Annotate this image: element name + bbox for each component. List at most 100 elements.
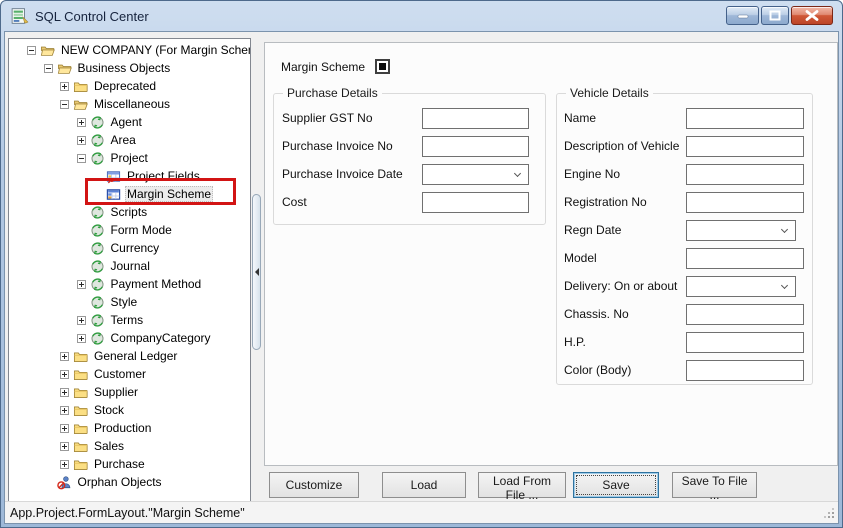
margin-scheme-checkbox[interactable] xyxy=(375,59,390,74)
tree-item-terms[interactable]: Terms xyxy=(9,311,250,329)
expand-toggle-icon[interactable] xyxy=(60,370,69,379)
tree-item-agent[interactable]: Agent xyxy=(9,113,250,131)
titlebar[interactable]: SQL Control Center xyxy=(1,1,842,31)
model-input[interactable] xyxy=(686,248,804,269)
load-from-file-button[interactable]: Load From File ... xyxy=(478,472,566,498)
resize-grip[interactable] xyxy=(822,506,835,519)
load-button[interactable]: Load xyxy=(382,472,466,498)
chevron-down-icon xyxy=(514,170,521,177)
form-field-row: Name xyxy=(557,108,812,129)
description-of-vehicle-input[interactable] xyxy=(686,136,804,157)
globe-icon xyxy=(90,223,105,238)
h-p-input[interactable] xyxy=(686,332,804,353)
tree-item-label: Agent xyxy=(109,114,144,130)
app-icon xyxy=(11,7,29,25)
folder-closed-icon xyxy=(73,421,88,436)
cost-input[interactable] xyxy=(422,192,529,213)
tree-item-label: Scripts xyxy=(109,204,150,220)
tree-item-margin-scheme[interactable]: Margin Scheme xyxy=(9,185,250,203)
engine-no-input[interactable] xyxy=(686,164,804,185)
folder-open-icon xyxy=(40,43,55,58)
tree-item-orphan-objects[interactable]: Orphan Objects xyxy=(9,473,250,491)
tree-item-currency[interactable]: Currency xyxy=(9,239,250,257)
tree-item-label: Style xyxy=(109,294,140,310)
purchase-invoice-no-input[interactable] xyxy=(422,136,529,157)
tree-item-journal[interactable]: Journal xyxy=(9,257,250,275)
expand-toggle-icon[interactable] xyxy=(60,352,69,361)
globe-icon xyxy=(90,331,105,346)
regn-date-dropdown[interactable] xyxy=(686,220,796,241)
expand-toggle-icon[interactable] xyxy=(77,136,86,145)
expand-toggle-icon[interactable] xyxy=(44,64,53,73)
maximize-button[interactable] xyxy=(761,6,789,25)
expand-toggle-icon[interactable] xyxy=(60,100,69,109)
engine-no-label: Engine No xyxy=(564,164,620,185)
form-field-row: Delivery: On or about xyxy=(557,276,812,297)
expand-toggle-icon[interactable] xyxy=(77,316,86,325)
customize-button[interactable]: Customize xyxy=(269,472,359,498)
tree-item-label: Deprecated xyxy=(92,78,158,94)
tree-item-label: Project Fields xyxy=(125,168,202,184)
expand-toggle-icon[interactable] xyxy=(60,424,69,433)
tree-item-scripts[interactable]: Scripts xyxy=(9,203,250,221)
tree-item-general-ledger[interactable]: General Ledger xyxy=(9,347,250,365)
delivery-on-or-about-label: Delivery: On or about xyxy=(564,276,677,297)
tree-item-stock[interactable]: Stock xyxy=(9,401,250,419)
globe-icon xyxy=(90,295,105,310)
tree-item-payment-method[interactable]: Payment Method xyxy=(9,275,250,293)
tree-item-area[interactable]: Area xyxy=(9,131,250,149)
expand-toggle-icon[interactable] xyxy=(60,442,69,451)
tree-item-label: CompanyCategory xyxy=(109,330,213,346)
splitter-collapse-handle[interactable] xyxy=(252,194,261,350)
tree-item-label: Orphan Objects xyxy=(76,474,164,490)
save-button[interactable]: Save xyxy=(573,472,659,498)
tree-item-project[interactable]: Project xyxy=(9,149,250,167)
tree-item-supplier[interactable]: Supplier xyxy=(9,383,250,401)
supplier-gst-no-input[interactable] xyxy=(422,108,529,129)
expand-toggle-icon[interactable] xyxy=(77,334,86,343)
tree-item-label: General Ledger xyxy=(92,348,179,364)
folder-closed-icon xyxy=(73,457,88,472)
color-body-input[interactable] xyxy=(686,360,804,381)
chassis-no-input[interactable] xyxy=(686,304,804,325)
tree-item-production[interactable]: Production xyxy=(9,419,250,437)
tree-item-business-objects[interactable]: Business Objects xyxy=(9,59,250,77)
collapse-left-icon xyxy=(255,268,259,276)
name-input[interactable] xyxy=(686,108,804,129)
save-to-file-button[interactable]: Save To File ... xyxy=(672,472,757,498)
form-field-row: Registration No xyxy=(557,192,812,213)
expand-toggle-icon[interactable] xyxy=(77,118,86,127)
minimize-button[interactable] xyxy=(726,6,759,25)
tree-item-miscellaneous[interactable]: Miscellaneous xyxy=(9,95,250,113)
purchase-invoice-date-dropdown[interactable] xyxy=(422,164,529,185)
expand-toggle-icon[interactable] xyxy=(60,406,69,415)
tree-item-new-company-for-margin-scheme[interactable]: NEW COMPANY (For Margin Scheme xyxy=(9,41,250,59)
registration-no-input[interactable] xyxy=(686,192,804,213)
tree-item-sales[interactable]: Sales xyxy=(9,437,250,455)
expand-toggle-icon[interactable] xyxy=(60,460,69,469)
delivery-on-or-about-dropdown[interactable] xyxy=(686,276,796,297)
tree-item-label: Payment Method xyxy=(109,276,204,292)
tree-item-style[interactable]: Style xyxy=(9,293,250,311)
color-body-label: Color (Body) xyxy=(564,360,631,381)
client-area: NEW COMPANY (For Margin Scheme Business … xyxy=(4,31,839,524)
tree-item-form-mode[interactable]: Form Mode xyxy=(9,221,250,239)
expand-toggle-icon[interactable] xyxy=(60,82,69,91)
regn-date-label: Regn Date xyxy=(564,220,621,241)
form-layout-panel: Margin Scheme Purchase Details Supplier … xyxy=(264,42,838,466)
expand-toggle-icon[interactable] xyxy=(77,280,86,289)
expand-toggle-icon[interactable] xyxy=(60,388,69,397)
chevron-down-icon xyxy=(781,226,788,233)
tree-item-customer[interactable]: Customer xyxy=(9,365,250,383)
expand-toggle-icon[interactable] xyxy=(77,154,86,163)
globe-icon xyxy=(90,205,105,220)
tree-item-companycategory[interactable]: CompanyCategory xyxy=(9,329,250,347)
globe-icon xyxy=(90,313,105,328)
tree-item-project-fields[interactable]: Project Fields xyxy=(9,167,250,185)
expand-toggle-icon[interactable] xyxy=(27,46,36,55)
tree-item-purchase[interactable]: Purchase xyxy=(9,455,250,473)
tree-item-label: Area xyxy=(109,132,138,148)
close-button[interactable] xyxy=(791,6,833,25)
tree-item-label: Production xyxy=(92,420,153,436)
tree-item-deprecated[interactable]: Deprecated xyxy=(9,77,250,95)
